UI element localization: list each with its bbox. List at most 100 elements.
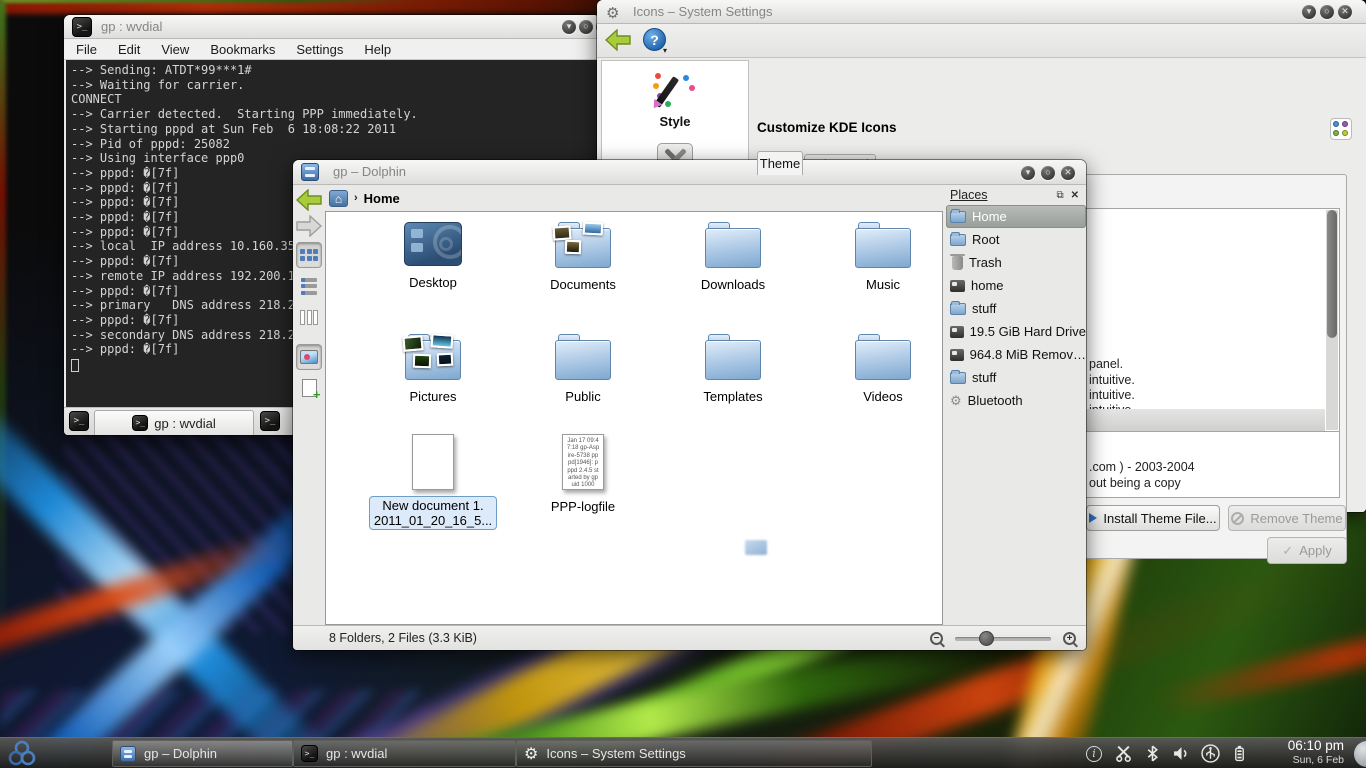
konsole-titlebar[interactable]: >_ gp : wvdial ▾ ○ ✕ — [64, 15, 600, 39]
folder-item-pictures[interactable]: Pictures — [373, 334, 493, 404]
klipper-scissors-icon[interactable] — [1113, 744, 1133, 764]
folder-label: Downloads — [701, 277, 765, 292]
folder-icon — [950, 234, 966, 246]
back-button[interactable] — [296, 189, 322, 211]
places-item-trash[interactable]: Trash — [946, 251, 1086, 274]
split-view-button[interactable] — [296, 375, 322, 401]
places-item-root[interactable]: Root — [946, 228, 1086, 251]
system-settings-titlebar[interactable]: ⚙ Icons – System Settings ▾ ○ ✕ — [597, 0, 1366, 24]
zoom-slider-handle[interactable] — [979, 631, 994, 646]
menu-help[interactable]: Help — [364, 42, 391, 57]
volume-icon[interactable] — [1171, 744, 1191, 764]
remove-theme-button[interactable]: Remove Theme — [1228, 505, 1346, 531]
columns-view-button[interactable] — [296, 304, 322, 330]
documents-folder-icon — [555, 222, 611, 268]
maximize-button[interactable]: ○ — [579, 20, 593, 34]
theme-desc-fragment: out being a copy — [1089, 476, 1181, 490]
breadcrumb-home[interactable]: Home — [364, 191, 400, 206]
places-item-stuff-2[interactable]: stuff — [946, 366, 1086, 389]
dolphin-titlebar[interactable]: gp – Dolphin ▾ ○ ✕ — [293, 160, 1086, 185]
folder-item-videos[interactable]: Videos — [823, 334, 943, 404]
minimize-button[interactable]: ▾ — [562, 20, 576, 34]
wallpaper-streak — [0, 0, 420, 3]
task-dolphin[interactable]: gp – Dolphin — [112, 740, 293, 767]
desktop-folder-icon — [404, 222, 462, 266]
theme-list-scrollbar[interactable] — [1326, 210, 1338, 430]
close-button[interactable]: ✕ — [1338, 5, 1352, 19]
menu-edit[interactable]: Edit — [118, 42, 140, 57]
remove-theme-label: Remove Theme — [1250, 511, 1342, 526]
tab-list-button[interactable]: >_ — [260, 411, 280, 431]
konsole-tab[interactable]: >_ gp : wvdial — [94, 410, 254, 435]
file-item-new-document[interactable]: New document 1. 2011_01_20_16_5... — [373, 434, 493, 530]
dolphin-file-view[interactable]: Desktop Documents Downloads Music — [325, 211, 943, 625]
apply-label: Apply — [1299, 543, 1332, 558]
device-notifier-usb-icon[interactable] — [1200, 744, 1220, 764]
details-view-button[interactable] — [296, 273, 322, 299]
theme-list-fragment: panel. — [1089, 357, 1123, 371]
drive-icon — [950, 349, 964, 361]
install-theme-button[interactable]: Install Theme File... — [1086, 505, 1220, 531]
places-item-bluetooth[interactable]: ⚙ Bluetooth — [946, 389, 1086, 412]
clock[interactable]: 06:10 pm Sun, 6 Feb — [1288, 739, 1344, 767]
places-item-home[interactable]: Home — [946, 205, 1086, 228]
help-dropdown-arrow[interactable]: ▾ — [663, 46, 667, 55]
task-wvdial[interactable]: >_ gp : wvdial — [293, 740, 516, 767]
zoom-out-button[interactable]: − — [930, 632, 943, 645]
konsole-task-icon: >_ — [301, 745, 318, 762]
back-button[interactable] — [605, 29, 631, 51]
folder-item-public[interactable]: Public — [523, 334, 643, 404]
dolphin-statusbar: 8 Folders, 2 Files (3.3 KiB) − + — [293, 625, 1086, 650]
battery-icon[interactable] — [1229, 744, 1249, 764]
app-launcher-button[interactable] — [8, 740, 36, 767]
bluetooth-icon[interactable] — [1142, 744, 1162, 764]
icons-view-button[interactable] — [296, 242, 322, 268]
menu-file[interactable]: File — [76, 42, 97, 57]
minimize-button[interactable]: ▾ — [1302, 5, 1316, 19]
places-item-home-drive[interactable]: home — [946, 274, 1086, 297]
file-item-ppp-logfile[interactable]: Jan 17 09:4 7:18 gp-Asp ire-5738 pp pd[1… — [523, 434, 643, 514]
forward-button[interactable] — [296, 215, 322, 237]
folder-item-desktop[interactable]: Desktop — [373, 222, 493, 290]
tab-theme[interactable]: Theme — [757, 151, 803, 175]
scrollbar-thumb[interactable] — [1327, 210, 1337, 338]
window-dolphin: gp – Dolphin ▾ ○ ✕ ⌂ › Home — [293, 160, 1086, 650]
places-title: Places — [950, 188, 988, 202]
maximize-button[interactable]: ○ — [1041, 166, 1055, 180]
status-text: 8 Folders, 2 Files (3.3 KiB) — [329, 631, 477, 645]
folder-item-downloads[interactable]: Downloads — [673, 222, 793, 292]
dolphin-window-title: gp – Dolphin — [333, 164, 406, 179]
places-close-button[interactable]: ✕ — [1071, 190, 1079, 201]
terminal-line: --> Waiting for carrier. — [71, 78, 593, 93]
remove-forbidden-icon — [1231, 512, 1244, 525]
close-button[interactable]: ✕ — [1061, 166, 1075, 180]
zoom-slider[interactable] — [955, 631, 1051, 646]
breadcrumb-home-icon[interactable]: ⌂ — [329, 190, 348, 207]
split-view-icon — [302, 379, 317, 397]
task-label: gp : wvdial — [326, 746, 387, 761]
folder-item-music[interactable]: Music — [823, 222, 943, 292]
places-item-removable[interactable]: 964.8 MiB Remov… — [946, 343, 1086, 366]
preview-toggle-button[interactable] — [296, 344, 322, 370]
maximize-button[interactable]: ○ — [1320, 5, 1334, 19]
theme-list-fragment: intuitive. — [1089, 373, 1135, 387]
sidebar-item-style[interactable]: Style — [602, 61, 748, 129]
folder-item-templates[interactable]: Templates — [673, 334, 793, 404]
apply-button[interactable]: ✓ Apply — [1267, 537, 1347, 564]
breadcrumb-separator: › — [354, 192, 358, 204]
style-icon — [653, 71, 697, 111]
zoom-in-button[interactable]: + — [1063, 632, 1076, 645]
menu-view[interactable]: View — [161, 42, 189, 57]
minimize-button[interactable]: ▾ — [1021, 166, 1035, 180]
task-system-settings[interactable]: ⚙ Icons – System Settings — [516, 740, 872, 767]
terminal-line: --> Starting pppd at Sun Feb 6 18:08:22 … — [71, 122, 593, 137]
places-item-stuff[interactable]: stuff — [946, 297, 1086, 320]
menu-settings[interactable]: Settings — [296, 42, 343, 57]
menu-bookmarks[interactable]: Bookmarks — [210, 42, 275, 57]
notifications-icon[interactable]: i — [1084, 744, 1104, 764]
places-float-button[interactable]: ⧉ — [1056, 190, 1063, 201]
new-tab-button[interactable]: >_ — [69, 411, 89, 431]
folder-item-documents[interactable]: Documents — [523, 222, 643, 292]
plasma-toolbox-cashew[interactable] — [1354, 741, 1366, 767]
places-item-hard-drive[interactable]: 19.5 GiB Hard Drive — [946, 320, 1086, 343]
